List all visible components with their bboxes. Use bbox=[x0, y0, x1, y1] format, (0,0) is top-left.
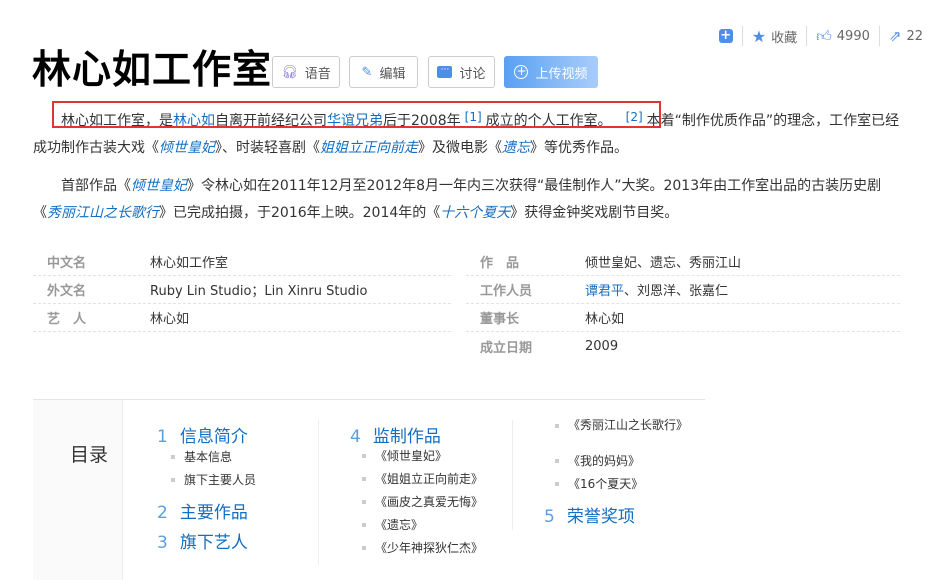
link-qingshi-huangfei[interactable]: 倾世皇妃 bbox=[159, 140, 215, 156]
like-button[interactable]: 👍︎ 4990 bbox=[816, 27, 870, 46]
info-label: 董事长 bbox=[480, 312, 520, 327]
toc-section-1[interactable]: 1 信息简介 bbox=[157, 422, 248, 447]
favorite-button[interactable]: ★ 收藏 bbox=[752, 27, 797, 46]
info-row: 艺 人 林心如 bbox=[33, 304, 451, 332]
info-label: 艺 人 bbox=[47, 312, 87, 327]
share-count: 22 bbox=[906, 28, 923, 44]
voice-label: 语音 bbox=[304, 66, 331, 82]
star-icon: ★ bbox=[751, 26, 767, 46]
info-value: 林心如工作室 bbox=[150, 256, 229, 271]
share-icon: ⇗ bbox=[888, 27, 902, 45]
favorite-label: 收藏 bbox=[771, 30, 798, 46]
info-label: 工作人员 bbox=[480, 284, 533, 299]
info-row: 成立日期 2009 bbox=[466, 332, 900, 360]
page-title: 林心如工作室 bbox=[32, 48, 273, 93]
info-label: 中文名 bbox=[47, 256, 87, 271]
divider bbox=[878, 26, 880, 46]
thumbs-up-icon: 👍︎ bbox=[816, 26, 832, 45]
toc-title: 目录 bbox=[70, 444, 109, 466]
info-value: 林心如 bbox=[585, 312, 625, 327]
pencil-icon: ✎ bbox=[361, 64, 373, 80]
plus-circle-icon: + bbox=[514, 64, 529, 79]
info-row: 董事长 林心如 bbox=[466, 304, 900, 332]
info-row: 外文名 Ruby Lin Studio；Lin Xinru Studio bbox=[33, 276, 451, 304]
info-label: 作 品 bbox=[480, 256, 520, 271]
highlight-box bbox=[52, 101, 661, 128]
divider bbox=[806, 26, 808, 46]
chat-icon: ··· bbox=[437, 66, 453, 78]
divider bbox=[318, 420, 319, 565]
add-button[interactable]: + bbox=[718, 28, 733, 43]
table-of-contents: 目录 1 信息简介 基本信息 旗下主要人员 2 主要作品 3 旗下艺人 4 监制作品 《… bbox=[33, 399, 705, 580]
infobox-left: 中文名 林心如工作室 外文名 Ruby Lin Studio；Lin Xinru S… bbox=[33, 248, 451, 332]
link-jiejie[interactable]: 姐姐立正向前走 bbox=[320, 140, 418, 156]
toc-subitem[interactable]: 《倾世皇妃》 bbox=[361, 447, 447, 464]
info-row: 中文名 林心如工作室 bbox=[33, 248, 451, 276]
like-count: 4990 bbox=[836, 28, 870, 44]
link-sixteen-summers[interactable]: 十六个夏天 bbox=[440, 205, 510, 221]
headphones-icon: 🎧︎ bbox=[281, 64, 298, 80]
voice-button[interactable]: 🎧︎ 语音 bbox=[272, 56, 340, 88]
info-label: 成立日期 bbox=[480, 340, 533, 356]
toc-section-3[interactable]: 3 旗下艺人 bbox=[157, 528, 248, 553]
share-button[interactable]: ⇗ 22 bbox=[889, 27, 923, 45]
toc-subitem[interactable]: 《秀丽江山之长歌行》 bbox=[555, 417, 688, 434]
toc-subitem[interactable]: 《遗忘》 bbox=[361, 516, 423, 533]
page-toolbar: + ★ 收藏 👍︎ 4990 ⇗ 22 bbox=[718, 26, 923, 46]
toc-side: 目录 bbox=[33, 400, 123, 580]
link-xiuli-jiangshan[interactable]: 秀丽江山之长歌行 bbox=[47, 205, 159, 221]
toc-subitem[interactable]: 《我的妈妈》 bbox=[554, 452, 640, 469]
link-yiwang[interactable]: 遗忘 bbox=[502, 140, 530, 156]
toc-subitem[interactable]: 基本信息 bbox=[170, 448, 232, 465]
info-value: Ruby Lin Studio；Lin Xinru Studio bbox=[150, 284, 368, 299]
info-value: 倾世皇妃、遗忘、秀丽江山 bbox=[585, 256, 742, 271]
info-value: 2009 bbox=[585, 338, 619, 354]
divider bbox=[512, 420, 513, 530]
toc-subitem[interactable]: 《16个夏天》 bbox=[554, 475, 643, 492]
toc-subitem[interactable]: 《少年神探狄仁杰》 bbox=[361, 539, 483, 556]
discuss-button[interactable]: ··· 讨论 bbox=[428, 56, 495, 88]
toc-subitem[interactable]: 《姐姐立正向前走》 bbox=[361, 470, 483, 487]
info-row: 工作人员 谭君平、刘恩洋、张嘉仁 bbox=[466, 276, 900, 304]
info-value: 谭君平、刘恩洋、张嘉仁 bbox=[585, 284, 729, 299]
discuss-label: 讨论 bbox=[459, 66, 486, 82]
info-value-link[interactable]: 林心如 bbox=[150, 308, 189, 327]
toc-subitem[interactable]: 旗下主要人员 bbox=[170, 471, 256, 488]
upload-video-label: 上传视频 bbox=[535, 66, 588, 82]
plus-square-icon: + bbox=[718, 28, 733, 43]
toc-section-2[interactable]: 2 主要作品 bbox=[157, 498, 248, 523]
edit-button[interactable]: ✎ 编辑 bbox=[349, 56, 418, 88]
edit-label: 编辑 bbox=[379, 66, 406, 82]
toc-section-4[interactable]: 4 监制作品 bbox=[350, 422, 441, 447]
infobox-right: 作 品 倾世皇妃、遗忘、秀丽江山 工作人员 谭君平、刘恩洋、张嘉仁 董事长 林心如 成… bbox=[466, 248, 900, 360]
divider bbox=[741, 26, 743, 46]
toc-section-5[interactable]: 5 荣誉奖项 bbox=[544, 502, 635, 527]
staff-link[interactable]: 谭君平 bbox=[585, 284, 624, 299]
link-qingshi-huangfei[interactable]: 倾世皇妃 bbox=[131, 178, 187, 194]
info-label: 外文名 bbox=[47, 284, 87, 299]
intro-paragraph-2: 首部作品《倾世皇妃》令林心如在2011年12月至2012年8月一年内三次获得“最… bbox=[33, 178, 882, 221]
upload-video-button[interactable]: + 上传视频 bbox=[504, 56, 598, 88]
info-row: 作 品 倾世皇妃、遗忘、秀丽江山 bbox=[466, 248, 900, 276]
toc-subitem[interactable]: 《画皮之真爱无悔》 bbox=[361, 493, 483, 510]
